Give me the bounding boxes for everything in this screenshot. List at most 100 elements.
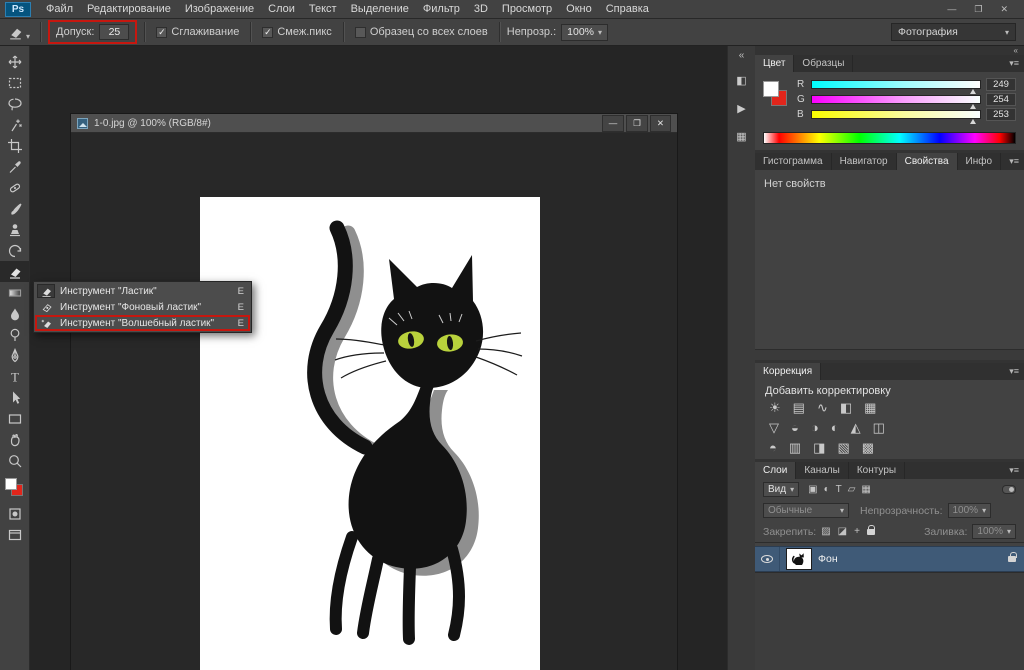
eyedropper-tool-button[interactable] [0, 156, 29, 177]
panel-menu-icon[interactable]: ▾≡ [1009, 462, 1024, 479]
shape-filter-icon[interactable]: ▱ [848, 484, 856, 495]
adjustment-vibrance-icon[interactable]: ▽ [769, 420, 779, 436]
menu-3d[interactable]: 3D [467, 0, 495, 18]
channel-g-value[interactable]: 254 [986, 93, 1016, 106]
gradient-tool-button[interactable] [0, 282, 29, 303]
tab-channels[interactable]: Каналы [796, 462, 849, 479]
foreground-color-swatch[interactable] [5, 478, 17, 490]
tab-adjustments[interactable]: Коррекция [755, 363, 821, 380]
app-close-button[interactable]: ✕ [994, 3, 1014, 16]
menu-file[interactable]: Файл [39, 0, 80, 18]
pen-tool-button[interactable] [0, 345, 29, 366]
adjustment-posterize-icon[interactable]: ▥ [789, 440, 801, 456]
history-brush-tool-button[interactable] [0, 240, 29, 261]
adjustment-threshold-icon[interactable]: ◨ [813, 440, 825, 456]
collapse-panels-icon[interactable]: « [739, 50, 745, 61]
menu-type[interactable]: Текст [302, 0, 344, 18]
hand-tool-button[interactable] [0, 429, 29, 450]
lock-transparency-icon[interactable]: ▨ [821, 526, 830, 537]
adjustment-hue-saturation-icon[interactable]: ◒ [791, 420, 799, 436]
menu-window[interactable]: Окно [559, 0, 599, 18]
shape-tool-button[interactable] [0, 408, 29, 429]
tab-swatches[interactable]: Образцы [794, 55, 853, 72]
healing-brush-tool-button[interactable] [0, 177, 29, 198]
tab-properties[interactable]: Свойства [897, 153, 958, 170]
layer-visibility-toggle[interactable] [755, 547, 780, 571]
clone-stamp-tool-button[interactable] [0, 219, 29, 240]
layer-filter-dropdown[interactable]: Вид ▾ [763, 482, 799, 497]
foreground-background-swatches[interactable] [0, 475, 29, 503]
blur-tool-button[interactable] [0, 303, 29, 324]
tool-preset-picker[interactable]: ▾ [4, 22, 33, 43]
app-minimize-button[interactable]: — [941, 3, 962, 16]
panel-menu-icon[interactable]: ▾≡ [1009, 363, 1024, 380]
panel-menu-icon[interactable]: ▾≡ [1009, 55, 1024, 72]
layer-opacity-dropdown[interactable]: 100% ▾ [948, 503, 992, 518]
blend-mode-dropdown[interactable]: Обычные ▾ [763, 503, 849, 518]
opacity-dropdown[interactable]: 100% ▾ [561, 24, 608, 41]
crop-tool-button[interactable] [0, 135, 29, 156]
slider-thumb[interactable] [970, 89, 976, 94]
adjustment-gradient-map-icon[interactable]: ▩ [862, 440, 874, 456]
channel-r-slider[interactable] [811, 80, 981, 89]
adjustment-black-white-icon[interactable]: ◐ [831, 420, 839, 436]
doc-restore-button[interactable]: ❐ [626, 115, 648, 132]
pixel-filter-icon[interactable]: ▣ [808, 484, 817, 495]
dodge-tool-button[interactable] [0, 324, 29, 345]
adjustment-color-lookup-icon[interactable]: ▦ [864, 400, 876, 416]
panel-menu-icon[interactable]: ▾≡ [1009, 153, 1024, 170]
contiguous-checkbox[interactable]: ✓ [262, 27, 273, 38]
flyout-item-eraser[interactable]: Инструмент "Ластик" E [35, 283, 250, 299]
adjustment-channel-mixer-icon[interactable]: ◫ [873, 420, 885, 436]
contiguous-checkbox-group[interactable]: ✓ Смеж.пикс [262, 26, 331, 38]
adjustment-levels-icon[interactable]: ▤ [793, 400, 805, 416]
menu-filter[interactable]: Фильтр [416, 0, 467, 18]
adjustment-filter-icon[interactable]: ◐ [824, 484, 830, 495]
lock-position-icon[interactable]: + [854, 526, 860, 537]
document-image[interactable] [200, 197, 540, 670]
adjustment-selective-color-icon[interactable]: ▧ [837, 440, 849, 456]
lock-all-icon[interactable] [867, 529, 875, 535]
eraser-tool-button[interactable] [0, 261, 29, 282]
actions-panel-icon[interactable]: ▶ [732, 99, 752, 117]
brush-tool-button[interactable] [0, 198, 29, 219]
type-tool-button[interactable]: T [0, 366, 29, 387]
adjustment-invert-icon[interactable]: ◓ [769, 440, 777, 456]
foreground-color-swatch[interactable] [763, 81, 779, 97]
adjustment-color-balance-icon[interactable]: ◑ [811, 420, 819, 436]
tab-paths[interactable]: Контуры [849, 462, 905, 479]
menu-help[interactable]: Справка [599, 0, 656, 18]
adjustment-curves-icon[interactable]: ∿ [817, 400, 828, 416]
document-title-bar[interactable]: 1-0.jpg @ 100% (RGB/8#) — ❐ ✕ [71, 114, 677, 133]
sample-all-layers-checkbox-group[interactable]: Образец со всех слоев [355, 26, 488, 38]
quick-mask-button[interactable] [0, 503, 29, 524]
menu-view[interactable]: Просмотр [495, 0, 559, 18]
marquee-tool-button[interactable] [0, 72, 29, 93]
history-panel-icon[interactable]: ◧ [732, 71, 752, 89]
slider-thumb[interactable] [970, 104, 976, 109]
workspace-switcher[interactable]: Фотография ▾ [891, 23, 1016, 41]
flyout-item-magic-eraser[interactable]: Инструмент "Волшебный ластик" E [35, 315, 250, 331]
type-filter-icon[interactable]: T [836, 484, 842, 495]
tab-color[interactable]: Цвет [755, 55, 794, 72]
doc-close-button[interactable]: ✕ [650, 115, 671, 132]
tab-info[interactable]: Инфо [958, 153, 1002, 170]
adjustment-photo-filter-icon[interactable]: ◭ [851, 420, 861, 436]
menu-image[interactable]: Изображение [178, 0, 261, 18]
adjustment-exposure-icon[interactable]: ◧ [840, 400, 852, 416]
zoom-tool-button[interactable] [0, 450, 29, 471]
sample-all-layers-checkbox[interactable] [355, 27, 366, 38]
channel-b-slider[interactable] [811, 110, 981, 119]
slider-thumb[interactable] [970, 119, 976, 124]
menu-layers[interactable]: Слои [261, 0, 302, 18]
tab-layers[interactable]: Слои [755, 462, 796, 479]
layer-thumbnail[interactable] [787, 549, 811, 569]
menu-edit[interactable]: Редактирование [80, 0, 178, 18]
antialias-checkbox-group[interactable]: ✓ Сглаживание [156, 26, 239, 38]
tab-histogram[interactable]: Гистограмма [755, 153, 832, 170]
channel-b-value[interactable]: 253 [986, 108, 1016, 121]
path-selection-tool-button[interactable] [0, 387, 29, 408]
screen-mode-button[interactable] [0, 524, 29, 545]
tool-presets-panel-icon[interactable]: ▦ [732, 127, 752, 145]
channel-r-value[interactable]: 249 [986, 78, 1016, 91]
